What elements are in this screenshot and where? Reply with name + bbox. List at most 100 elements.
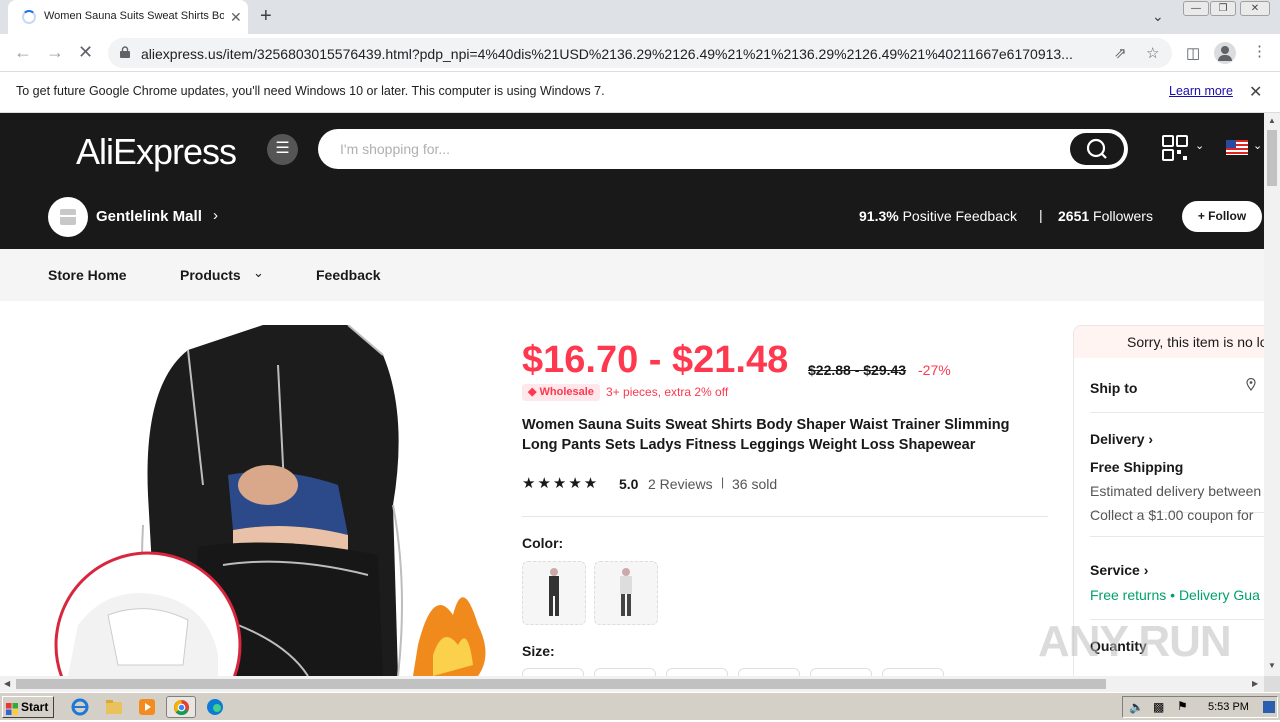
size-label: Size:: [522, 643, 555, 659]
divider: |: [1039, 207, 1043, 223]
delivery-label[interactable]: Delivery ›: [1090, 431, 1153, 447]
store-icon: [60, 209, 76, 225]
bookmark-star-icon[interactable]: ☆: [1146, 44, 1159, 62]
chrome-icon: [173, 699, 190, 716]
nav-store-home[interactable]: Store Home: [48, 267, 127, 283]
divider: |: [721, 475, 725, 489]
kebab-menu-icon[interactable]: ⋮: [1252, 42, 1267, 60]
profile-avatar-icon[interactable]: [1214, 42, 1236, 64]
rating-value: 5.0: [619, 476, 639, 492]
nav-feedback[interactable]: Feedback: [316, 267, 381, 283]
vertical-scrollbar[interactable]: ▲ ▼: [1264, 113, 1280, 676]
tab-close-icon[interactable]: ✕: [230, 9, 242, 26]
search-input[interactable]: [340, 141, 1040, 157]
scroll-left-arrow-icon[interactable]: ◀: [4, 679, 10, 688]
chevron-right-icon: ›: [1143, 562, 1149, 578]
system-tray: 🔈 ▩ ⚑: [1122, 696, 1278, 718]
scroll-down-arrow-icon[interactable]: ▼: [1268, 661, 1276, 670]
anyrun-watermark: ANY RUN: [1038, 617, 1232, 666]
original-price: $22.88 - $29.43: [808, 362, 907, 378]
size-option[interactable]: [810, 668, 872, 676]
follow-button[interactable]: + Follow: [1182, 201, 1262, 232]
reviews-link[interactable]: 2 Reviews: [648, 476, 713, 492]
estimated-delivery: Estimated delivery between: [1090, 483, 1262, 499]
product-photo: [48, 325, 495, 676]
action-center-flag-icon[interactable]: ⚑: [1177, 699, 1188, 713]
chevron-down-icon[interactable]: ⌄: [253, 265, 264, 281]
windows-taskbar: Start 🔈 ▩ ⚑ 5:53 PM: [0, 692, 1280, 720]
scroll-thumb[interactable]: [1267, 130, 1277, 186]
size-option[interactable]: [666, 668, 728, 676]
size-option[interactable]: [738, 668, 800, 676]
category-menu-button[interactable]: ☰: [267, 134, 298, 165]
chevron-right-icon[interactable]: ›: [213, 207, 218, 224]
scroll-right-arrow-icon[interactable]: ▶: [1252, 679, 1258, 688]
color-label: Color:: [522, 535, 564, 551]
product-image[interactable]: [48, 325, 495, 676]
site-header: AliExpress ☰ ⌄ ⌄ Gentlelink Mall › 91.3%…: [0, 113, 1264, 249]
product-title: Women Sauna Suits Sweat Shirts Body Shap…: [522, 417, 1010, 453]
divider-line: [1090, 536, 1264, 537]
minimize-button[interactable]: —: [1183, 1, 1209, 16]
url-text[interactable]: aliexpress.us/item/3256803015576439.html…: [141, 46, 1101, 62]
search-button[interactable]: [1070, 133, 1124, 165]
size-option[interactable]: [594, 668, 656, 676]
file-explorer-icon[interactable]: [104, 697, 124, 717]
unavailable-notice: Sorry, this item is no lo: [1074, 326, 1264, 358]
chrome-taskbar-button[interactable]: [166, 696, 196, 718]
infobar-close-icon[interactable]: ✕: [1249, 82, 1262, 102]
aliexpress-logo[interactable]: AliExpress: [76, 131, 237, 173]
new-tab-button[interactable]: +: [260, 5, 272, 28]
wholesale-offer: 3+ pieces, extra 2% off: [606, 385, 729, 399]
window-close-button[interactable]: ✕: [1240, 1, 1270, 16]
nav-products[interactable]: Products: [180, 267, 241, 283]
learn-more-link[interactable]: Learn more: [1169, 84, 1233, 98]
store-nav: Store Home Products ⌄ Feedback: [0, 249, 1264, 301]
ship-to-label[interactable]: Ship to: [1090, 380, 1137, 396]
web-page: AliExpress ☰ ⌄ ⌄ Gentlelink Mall › 91.3%…: [0, 113, 1264, 676]
store-avatar[interactable]: [48, 197, 88, 237]
service-label[interactable]: Service ›: [1090, 562, 1148, 578]
restore-button[interactable]: ❐: [1210, 1, 1236, 16]
network-icon[interactable]: ▩: [1153, 700, 1164, 714]
share-icon[interactable]: ⇗: [1114, 44, 1127, 62]
tag-icon: ◆: [528, 386, 540, 398]
address-bar[interactable]: aliexpress.us/item/3256803015576439.html…: [108, 38, 1172, 68]
back-arrow-icon[interactable]: ←: [14, 42, 32, 63]
qr-chevron-icon[interactable]: ⌄: [1195, 139, 1204, 152]
price: $16.70 - $21.48: [522, 339, 789, 381]
browser-toolbar: ← → ✕ aliexpress.us/item/325680301557643…: [0, 34, 1280, 72]
locale-chevron-icon[interactable]: ⌄: [1253, 139, 1262, 152]
scroll-up-arrow-icon[interactable]: ▲: [1268, 116, 1276, 125]
rating-stars-icon: ★★★★★: [522, 475, 600, 492]
start-button[interactable]: Start: [2, 696, 54, 718]
horizontal-scrollbar[interactable]: ◀ ▶: [0, 676, 1264, 692]
tab-title: Women Sauna Suits Sweat Shirts Bo: [44, 10, 224, 22]
browser-tab[interactable]: Women Sauna Suits Sweat Shirts Bo ✕: [8, 0, 248, 34]
side-panel-icon[interactable]: ◫: [1186, 44, 1200, 62]
location-pin-icon[interactable]: [1246, 378, 1256, 391]
scroll-thumb[interactable]: [16, 679, 1106, 689]
stop-loading-icon[interactable]: ✕: [78, 42, 93, 63]
tab-strip: Women Sauna Suits Sweat Shirts Bo ✕ + ⌄ …: [0, 0, 1280, 34]
internet-explorer-icon[interactable]: [70, 697, 90, 717]
positive-feedback: 91.3% Positive Feedback: [859, 208, 1017, 224]
color-swatch-1[interactable]: [522, 561, 586, 625]
show-desktop-icon[interactable]: [1263, 701, 1275, 713]
search-box: [318, 129, 1128, 169]
service-links[interactable]: Free returns • Delivery Gua: [1090, 587, 1260, 603]
size-option[interactable]: [882, 668, 944, 676]
infobar-message: To get future Google Chrome updates, you…: [16, 84, 605, 98]
free-shipping: Free Shipping: [1090, 459, 1184, 475]
store-name[interactable]: Gentlelink Mall: [96, 208, 202, 225]
media-player-icon[interactable]: [137, 697, 157, 717]
us-flag-icon[interactable]: [1226, 140, 1248, 155]
color-swatch-2[interactable]: [594, 561, 658, 625]
wholesale-badge: ◆ Wholesale: [522, 384, 600, 401]
edge-icon[interactable]: [205, 697, 225, 717]
size-option[interactable]: [522, 668, 584, 676]
forward-arrow-icon[interactable]: →: [46, 42, 64, 63]
tab-search-chevron-icon[interactable]: ⌄: [1152, 8, 1164, 25]
qr-code-icon[interactable]: [1162, 135, 1188, 161]
volume-icon[interactable]: 🔈: [1129, 700, 1144, 714]
